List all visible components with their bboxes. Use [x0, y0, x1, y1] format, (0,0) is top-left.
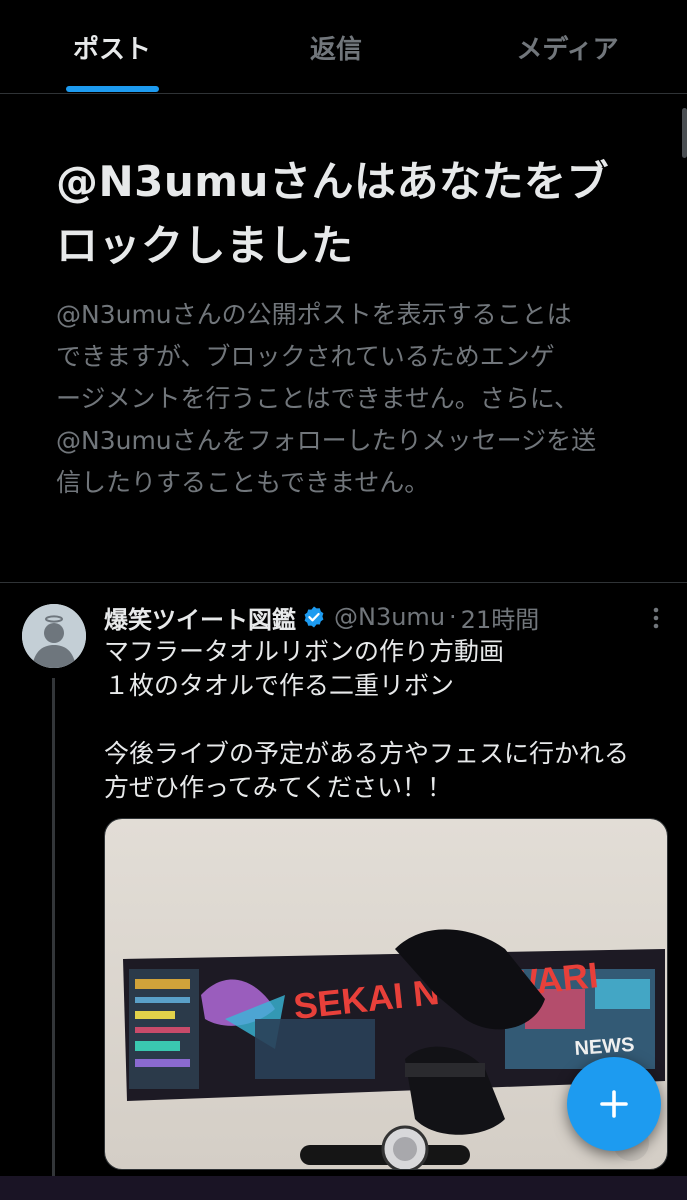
tweet-header: 爆笑ツイート図鑑 @N3umu · 21時間 [104, 598, 644, 636]
blocked-description-line: ージメントを行うことはできません。さらに、 [56, 384, 580, 413]
default-avatar-icon [22, 604, 86, 668]
scrollbar-thumb[interactable] [682, 108, 687, 158]
blocked-description-line: できますが、ブロックされているためエンゲ [56, 342, 555, 371]
active-tab-indicator [66, 86, 159, 92]
blocked-description-line: @N3umuさんをフォローしたりメッセージを送 [56, 426, 597, 455]
separator-dot: · [449, 603, 457, 631]
more-options-icon[interactable] [642, 604, 670, 632]
profile-tabs: ポスト 返信 メディア [0, 0, 687, 94]
thread-line [52, 678, 55, 1200]
blocked-description-line: 信したりすることもできません。 [56, 468, 430, 497]
author-handle[interactable]: @N3umu [334, 603, 445, 631]
blocked-title-line: ロックしました [56, 221, 354, 270]
tweet-timestamp[interactable]: 21時間 [461, 600, 540, 635]
tab-replies[interactable]: 返信 [224, 0, 448, 94]
blocked-description-line: @N3umuさんの公開ポストを表示することは [56, 300, 572, 329]
blocked-title-line: @N3umuさんはあなたをブ [56, 157, 609, 206]
towel-subtext: NEWS [574, 1034, 635, 1060]
tweet-text-line: マフラータオルリボンの作り方動画 [104, 637, 505, 666]
compose-button[interactable] [567, 1057, 661, 1151]
section-divider [0, 582, 687, 583]
blocked-title: @N3umuさんはあなたをブ ロックしました [56, 150, 646, 278]
blocked-description: @N3umuさんの公開ポストを表示することは できますが、ブロックされているため… [56, 294, 646, 504]
avatar[interactable] [22, 604, 86, 668]
bottom-navigation-strip [0, 1176, 687, 1200]
tweet-text-line [104, 703, 679, 737]
tweet-text-line: １枚のタオルで作る二重リボン [104, 671, 455, 700]
blocked-notice: @N3umuさんはあなたをブ ロックしました @N3umuさんの公開ポストを表示… [56, 150, 646, 504]
author-name[interactable]: 爆笑ツイート図鑑 [104, 600, 296, 635]
profile-page: ポスト 返信 メディア @N3umuさんはあなたをブ ロックしました @N3um… [0, 0, 687, 1200]
tab-posts[interactable]: ポスト [0, 0, 224, 94]
tab-media[interactable]: メディア [448, 0, 687, 94]
verified-badge-icon [302, 605, 326, 629]
tweet-text-line: 今後ライブの予定がある方やフェスに行かれる [104, 739, 630, 768]
tweet-text: マフラータオルリボンの作り方動画 １枚のタオルで作る二重リボン 今後ライブの予定… [104, 635, 679, 805]
plus-icon [600, 1090, 628, 1118]
tweet-text-line: 方ぜひ作ってみてください！！ [104, 773, 453, 802]
